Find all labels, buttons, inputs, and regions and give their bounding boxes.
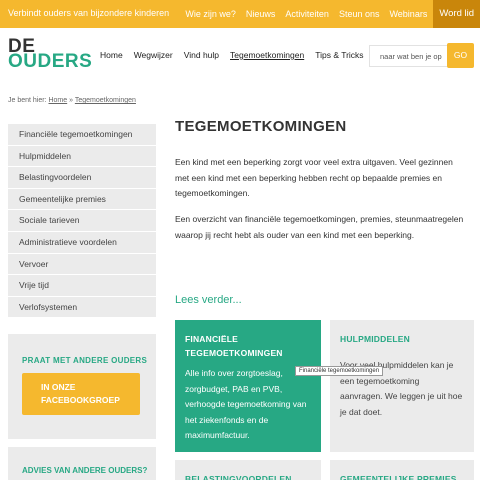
tagline: Verbindt ouders van bijzondere kinderen <box>8 8 170 18</box>
advice-box: ADVIES VAN ANDERE OUDERS? <box>8 447 156 480</box>
breadcrumb: Je bent hier: Home » Tegemoetkomingen <box>8 97 136 104</box>
card-title: HULPMIDDELEN <box>340 334 410 344</box>
sidebar-item-financiele-tegemoetkomingen[interactable]: Financiële tegemoetkomingen <box>8 124 156 146</box>
top-link-activiteiten[interactable]: Activiteiten <box>285 9 329 19</box>
card-belastingvoordelen[interactable]: BELASTINGVOORDELEN <box>175 460 321 480</box>
search-input[interactable]: naar wat ben je op <box>369 45 447 67</box>
logo[interactable]: DE OUDERS <box>8 37 93 72</box>
sidebar-item-gemeentelijke-premies[interactable]: Gemeentelijke premies <box>8 189 156 211</box>
breadcrumb-prefix: Je bent hier: <box>8 97 47 104</box>
facebook-promo-box: PRAAT MET ANDERE OUDERS IN ONZE FACEBOOK… <box>8 334 156 439</box>
breadcrumb-separator: » <box>69 97 74 104</box>
nav-tegemoetkomingen[interactable]: Tegemoetkomingen <box>230 50 304 60</box>
breadcrumb-home[interactable]: Home <box>48 97 67 104</box>
nav-tips-tricks[interactable]: Tips & Tricks <box>315 50 363 60</box>
logo-line-2: OUDERS <box>8 51 93 72</box>
overview-paragraph: Een overzicht van financiële tegemoetkom… <box>175 214 464 240</box>
sidebar-item-vervoer[interactable]: Vervoer <box>8 254 156 276</box>
main-content: TEGEMOETKOMINGEN Een kind met een beperk… <box>175 118 465 240</box>
top-link-steun-ons[interactable]: Steun ons <box>339 9 380 19</box>
read-more-heading: Lees verder... <box>175 294 242 306</box>
sidebar-item-hulpmiddelen[interactable]: Hulpmiddelen <box>8 146 156 168</box>
nav-vind-hulp[interactable]: Vind hulp <box>184 50 219 60</box>
top-link-wie-zijn-we[interactable]: Wie zijn we? <box>185 9 236 19</box>
page-title: TEGEMOETKOMINGEN <box>175 118 347 135</box>
card-title: GEMEENTELIJKE PREMIES <box>340 474 457 480</box>
main-nav: Home Wegwijzer Vind hulp Tegemoetkominge… <box>100 50 375 60</box>
sidebar-menu: Financiële tegemoetkomingen Hulpmiddelen… <box>8 124 156 319</box>
word-lid-button[interactable]: Word lid <box>433 0 480 28</box>
card-gemeentelijke-premies[interactable]: GEMEENTELIJKE PREMIES <box>330 460 474 480</box>
promo-title: PRAAT MET ANDERE OUDERS <box>22 356 148 365</box>
nav-wegwijzer[interactable]: Wegwijzer <box>134 50 173 60</box>
sidebar-item-belastingvoordelen[interactable]: Belastingvoordelen <box>8 167 156 189</box>
card-title: FINANCIËLE TEGEMOETKOMINGEN <box>185 334 283 358</box>
sidebar-item-vrije-tijd[interactable]: Vrije tijd <box>8 275 156 297</box>
search-go-button[interactable]: GO <box>447 43 474 68</box>
card-title: BELASTINGVOORDELEN <box>185 474 292 480</box>
breadcrumb-current[interactable]: Tegemoetkomingen <box>75 97 136 104</box>
card-financiele-tegemoetkomingen[interactable]: FINANCIËLE TEGEMOETKOMINGEN Alle info ov… <box>175 320 321 452</box>
top-links: Wie zijn we? Nieuws Activiteiten Steun o… <box>175 0 480 28</box>
sidebar-item-sociale-tarieven[interactable]: Sociale tarieven <box>8 210 156 232</box>
nav-home[interactable]: Home <box>100 50 123 60</box>
top-link-webinars[interactable]: Webinars <box>389 9 427 19</box>
top-link-nieuws[interactable]: Nieuws <box>246 9 276 19</box>
card-body: Alle info over zorgtoeslag, zorgbudget, … <box>185 368 307 440</box>
sidebar-item-administratieve-voordelen[interactable]: Administratieve voordelen <box>8 232 156 254</box>
intro-paragraph: Een kind met een beperking zorgt voor ve… <box>175 157 453 198</box>
header: DE OUDERS Home Wegwijzer Vind hulp Tegem… <box>0 28 480 84</box>
tooltip: Financiële tegemoetkomingen <box>295 366 384 376</box>
top-bar: Verbindt ouders van bijzondere kinderen … <box>0 0 480 28</box>
sidebar-item-verlofsystemen[interactable]: Verlofsystemen <box>8 297 156 319</box>
advice-title: ADVIES VAN ANDERE OUDERS? <box>22 466 148 475</box>
facebook-group-button[interactable]: IN ONZE FACEBOOKGROEP <box>22 373 140 415</box>
card-hulpmiddelen[interactable]: HULPMIDDELEN Voor veel hulpmiddelen kan … <box>330 320 474 452</box>
